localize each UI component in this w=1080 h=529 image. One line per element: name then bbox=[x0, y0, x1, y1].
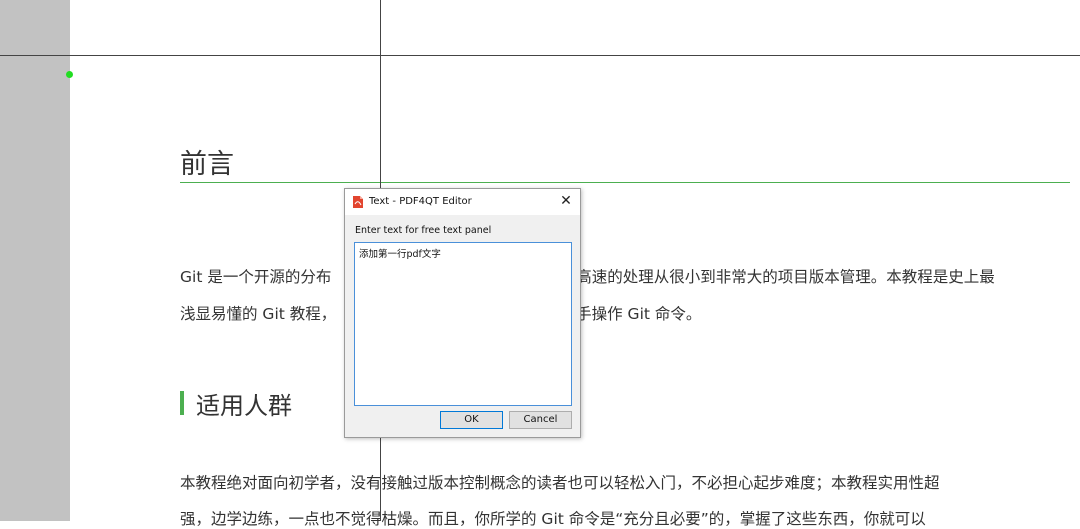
close-icon[interactable]: ✕ bbox=[558, 193, 574, 209]
free-text-input[interactable]: 添加第一行pdf文字 bbox=[354, 242, 572, 406]
section-heading-preface: 前言 bbox=[180, 149, 234, 180]
free-text-dialog: Text - PDF4QT Editor ✕ Enter text for fr… bbox=[344, 188, 581, 438]
pdf-app-icon bbox=[353, 196, 363, 208]
paragraph-line: 强，边学边练，一点也不觉得枯燥。而且，你所学的 Git 命令是“充分且必要”的，… bbox=[180, 510, 926, 528]
dialog-title: Text - PDF4QT Editor bbox=[369, 196, 472, 207]
paragraph-line: Git 是一个开源的分布 高速的处理从很小到非常大的项目版本管理。本教程是史上最 bbox=[180, 265, 995, 287]
anchor-point-marker[interactable] bbox=[66, 71, 73, 78]
ok-button[interactable]: OK bbox=[440, 411, 503, 429]
text-fragment: 手操作 Git 命令。 bbox=[576, 305, 702, 323]
section-heading-audience: 适用人群 bbox=[196, 392, 292, 420]
text-fragment: 浅显易懂的 Git 教程， bbox=[180, 305, 337, 323]
heading-accent-bar bbox=[180, 391, 184, 415]
cancel-button[interactable]: Cancel bbox=[509, 411, 572, 429]
dialog-titlebar[interactable]: Text - PDF4QT Editor ✕ bbox=[345, 189, 580, 215]
text-fragment: Git 是一个开源的分布 bbox=[180, 268, 332, 286]
paragraph-line: 本教程绝对面向初学者，没有接触过版本控制概念的读者也可以轻松入门，不必担心起步难… bbox=[180, 474, 940, 492]
heading-underline bbox=[180, 182, 1070, 183]
workspace-margin bbox=[0, 0, 70, 521]
text-fragment: 高速的处理从很小到非常大的项目版本管理。本教程是史上最 bbox=[576, 268, 995, 286]
dialog-prompt-label: Enter text for free text panel bbox=[355, 225, 492, 236]
crosshair-horizontal bbox=[0, 55, 1080, 56]
